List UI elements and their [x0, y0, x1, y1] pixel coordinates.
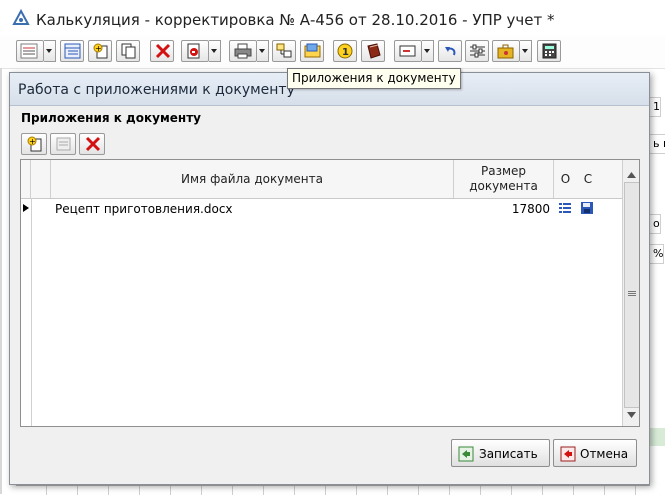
undo-icon: [445, 47, 456, 56]
edit-attachment-button[interactable]: [50, 133, 76, 155]
print-button[interactable]: [229, 40, 257, 62]
settings-button[interactable]: [465, 40, 489, 62]
delete-button[interactable]: [150, 40, 174, 62]
table-header: Имя файла документа Размер документа О С: [21, 160, 622, 199]
left-edge: [0, 68, 2, 494]
cancel-button[interactable]: Отмена: [553, 439, 637, 467]
header-save[interactable]: С: [577, 160, 599, 198]
post-icon: [187, 43, 200, 59]
print-dropdown[interactable]: [257, 40, 269, 62]
save-icon: [458, 446, 474, 462]
copy-button[interactable]: [116, 40, 140, 62]
list-icon: [56, 137, 71, 151]
header-file-name[interactable]: Имя файла документа: [51, 160, 454, 198]
table-icon: [64, 43, 81, 59]
attachments-dialog: Работа с приложениями к документу Прилож…: [9, 72, 650, 485]
marker-column-divider: [31, 198, 32, 426]
cancel-icon: [560, 446, 576, 462]
briefcase-icon: [497, 44, 514, 59]
briefcase-button[interactable]: [492, 40, 520, 62]
add-file-icon: +: [27, 136, 42, 152]
row-file-name: Рецепт приготовления.docx: [55, 202, 233, 216]
open-file-icon[interactable]: [558, 201, 572, 215]
header-open[interactable]: О: [554, 160, 577, 198]
svg-text:+: +: [29, 137, 36, 146]
app-logo-icon: [12, 9, 30, 25]
email-button[interactable]: [394, 40, 422, 62]
dialog-subtitle: Приложения к документу: [21, 111, 201, 125]
save-button-label: Записать: [479, 447, 538, 461]
list-menu-button[interactable]: [16, 40, 44, 62]
post-dropdown[interactable]: [209, 40, 221, 62]
structure-button[interactable]: [272, 40, 296, 62]
attachments-icon: [304, 43, 321, 58]
scroll-thumb[interactable]: [624, 182, 639, 408]
briefcase-dropdown[interactable]: [520, 40, 532, 62]
number-one-icon: 1: [337, 43, 353, 59]
attachments-table: Имя файла документа Размер документа О С…: [20, 159, 640, 427]
add-copy-icon: +: [93, 43, 108, 59]
delete-icon: [85, 136, 101, 152]
bg-field: %: [648, 244, 665, 264]
table-row[interactable]: Рецепт приготовления.docx 17800: [21, 198, 622, 218]
add-copy-button[interactable]: +: [88, 40, 112, 62]
window-title: Калькуляция - корректировка № А-456 от 2…: [36, 11, 555, 29]
copy-icon: [121, 43, 136, 59]
attachments-button[interactable]: [300, 40, 324, 62]
print-icon: [234, 43, 252, 59]
email-icon: [399, 45, 416, 57]
toolbar-tooltip: Приложения к документу: [287, 68, 461, 89]
current-row-icon: [23, 204, 29, 212]
scroll-up-icon[interactable]: [627, 172, 636, 178]
book-icon: [367, 43, 381, 59]
undo-button[interactable]: [438, 40, 462, 62]
list-menu-icon: [20, 43, 38, 59]
scroll-down-icon[interactable]: [627, 412, 636, 418]
svg-text:+: +: [95, 44, 102, 53]
delete-icon: [155, 43, 171, 59]
header-blank: [31, 160, 51, 198]
save-file-icon[interactable]: [580, 201, 594, 215]
save-button[interactable]: Записать: [451, 439, 550, 467]
svg-text:1: 1: [342, 47, 349, 58]
bg-highlight: [650, 428, 665, 446]
email-dropdown[interactable]: [422, 40, 434, 62]
calculator-button[interactable]: [537, 40, 561, 62]
dialog-title: Работа с приложениями к документу: [18, 82, 295, 98]
list-menu-dropdown[interactable]: [44, 40, 56, 62]
calculator-icon: [542, 43, 557, 59]
row-size: 17800: [511, 202, 550, 216]
delete-attachment-button[interactable]: [79, 133, 105, 155]
number-one-button[interactable]: 1: [333, 40, 357, 62]
header-marker: [21, 160, 31, 198]
book-button[interactable]: [361, 40, 385, 62]
window-titlebar: Калькуляция - корректировка № А-456 от 2…: [0, 0, 665, 36]
structure-icon: [276, 43, 292, 58]
header-size[interactable]: Размер документа: [454, 160, 554, 198]
table-button[interactable]: [60, 40, 84, 62]
add-attachment-button[interactable]: +: [21, 133, 47, 155]
cancel-button-label: Отмена: [580, 447, 629, 461]
bg-field: ь п: [648, 134, 665, 154]
post-button[interactable]: [181, 40, 209, 62]
table-scrollbar[interactable]: [622, 160, 639, 426]
settings-icon: [470, 44, 485, 58]
